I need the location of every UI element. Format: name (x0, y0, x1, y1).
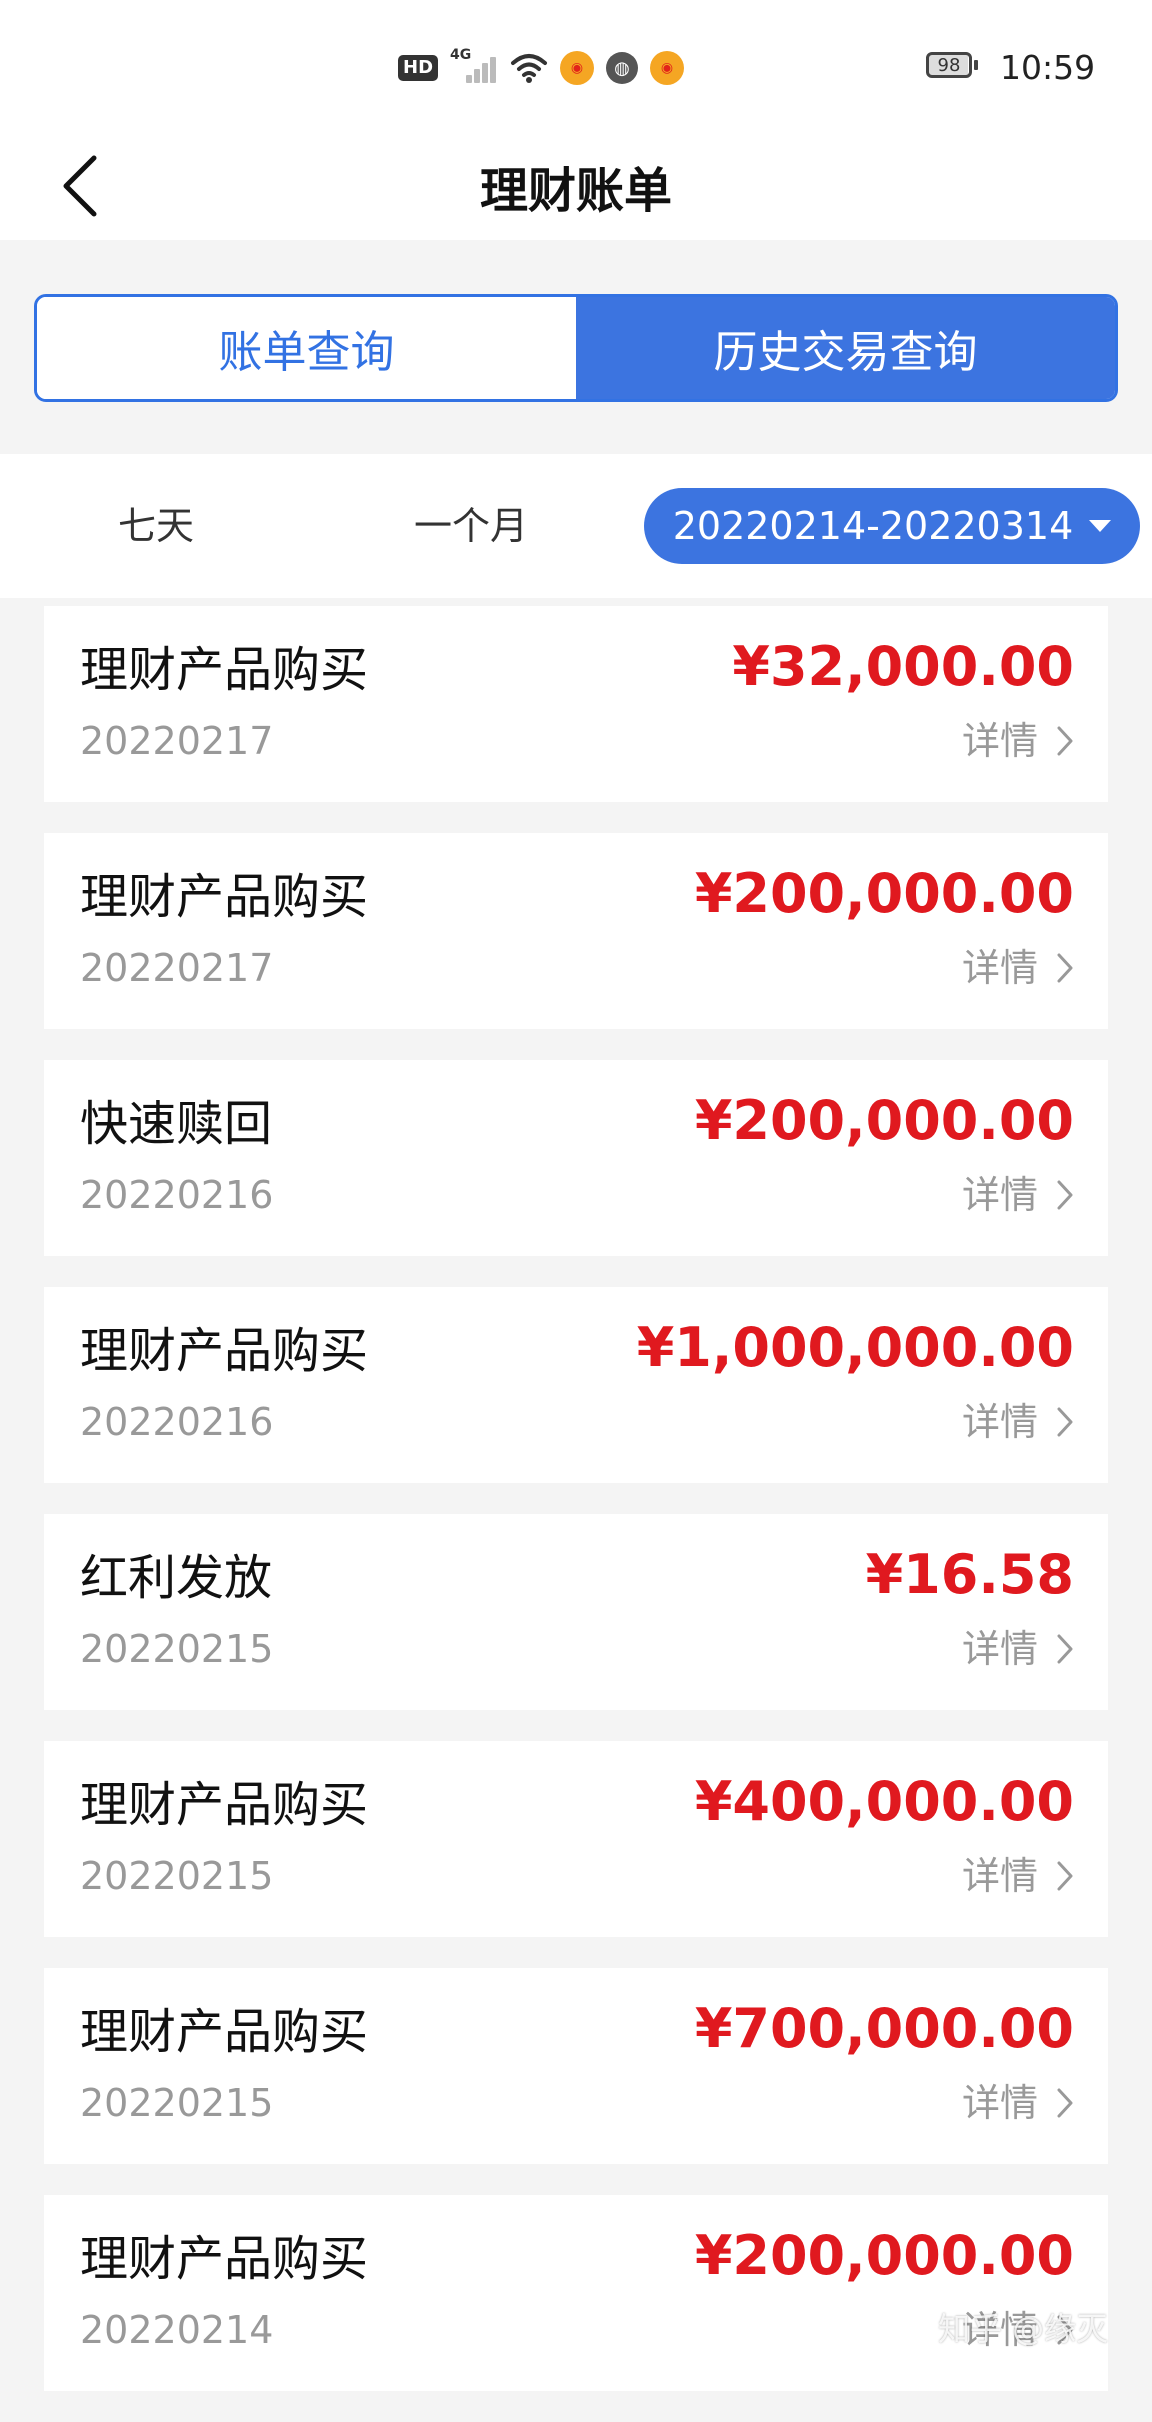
transaction-date: 20220216 (80, 1400, 274, 1444)
segmented-tabs: 账单查询 历史交易查询 (34, 294, 1118, 402)
transaction-amount: ¥16.58 (865, 1543, 1074, 1606)
chevron-right-icon (1057, 1180, 1073, 1210)
caret-down-icon (1089, 520, 1112, 532)
detail-label: 详情 (961, 1854, 1038, 1898)
tab-bill-query[interactable]: 账单查询 (37, 297, 576, 399)
transaction-title: 快速赎回 (80, 1096, 273, 1152)
status-icons: HD 4G ◉ ◍ ◉ (398, 47, 685, 88)
transaction-amount: ¥200,000.00 (694, 862, 1074, 925)
transaction-amount: ¥200,000.00 (694, 1089, 1074, 1152)
detail-link[interactable]: 详情 (962, 718, 1074, 764)
transaction-title: 理财产品购买 (80, 642, 369, 698)
chevron-right-icon (1057, 1634, 1073, 1664)
detail-link[interactable]: 详情 (962, 2080, 1074, 2126)
browser-icon: ◍ (606, 52, 639, 84)
transaction-date: 20220216 (80, 1173, 274, 1217)
status-bar: HD 4G ◉ ◍ ◉ 98 10:59 (0, 0, 1152, 132)
weibo-icon: ◉ (560, 51, 595, 85)
signal-icon: 4G (450, 47, 498, 85)
filter-one-month[interactable]: 一个月 (414, 502, 528, 550)
chevron-right-icon (1057, 1407, 1073, 1437)
detail-link[interactable]: 详情 (962, 945, 1074, 991)
detail-link[interactable]: 详情 (962, 1172, 1074, 1218)
tab-history-query[interactable]: 历史交易查询 (576, 297, 1115, 399)
date-range-label: 20220214-20220314 (672, 504, 1074, 548)
detail-link[interactable]: 详情 (962, 1399, 1074, 1445)
detail-label: 详情 (961, 719, 1038, 763)
battery-level: 98 (926, 52, 972, 78)
transaction-amount: ¥200,000.00 (694, 2224, 1074, 2287)
detail-label: 详情 (961, 2081, 1038, 2125)
wifi-icon (511, 54, 548, 83)
transaction-date: 20220215 (80, 1627, 274, 1671)
detail-label: 详情 (961, 1400, 1038, 1444)
detail-link[interactable]: 详情 (962, 1853, 1074, 1899)
transaction-card[interactable]: 理财产品购买 20220215 ¥700,000.00 详情 (44, 1968, 1108, 2164)
weibo-icon-2: ◉ (650, 51, 685, 85)
chevron-right-icon (1057, 726, 1073, 756)
transaction-amount: ¥400,000.00 (694, 1770, 1074, 1833)
chevron-right-icon (1057, 2088, 1073, 2118)
transaction-title: 红利发放 (80, 1550, 273, 1606)
clock: 10:59 (1000, 48, 1096, 87)
transaction-title: 理财产品购买 (80, 1323, 369, 1379)
transaction-card[interactable]: 理财产品购买 20220217 ¥32,000.00 详情 (44, 606, 1108, 802)
filter-bar: 七天 一个月 20220214-20220314 (0, 454, 1152, 598)
transaction-card[interactable]: 红利发放 20220215 ¥16.58 详情 (44, 1514, 1108, 1710)
transaction-title: 理财产品购买 (80, 869, 369, 925)
nav-bar: 理财账单 (0, 132, 1152, 240)
detail-link[interactable]: 详情 (962, 1626, 1074, 1672)
transaction-card[interactable]: 理财产品购买 20220217 ¥200,000.00 详情 (44, 833, 1108, 1029)
transaction-list: 理财产品购买 20220217 ¥32,000.00 详情 理财产品购买 202… (44, 606, 1108, 2422)
watermark: 知乎 @缘灭 (938, 2310, 1109, 2348)
transaction-title: 理财产品购买 (80, 2231, 369, 2287)
date-range-selector[interactable]: 20220214-20220314 (644, 488, 1140, 564)
detail-label: 详情 (961, 946, 1038, 990)
battery-icon: 98 (926, 52, 978, 78)
transaction-title: 理财产品购买 (80, 1777, 369, 1833)
transaction-date: 20220217 (80, 946, 274, 990)
filter-seven-days[interactable]: 七天 (118, 502, 194, 550)
transaction-date: 20220215 (80, 1854, 274, 1898)
transaction-date: 20220215 (80, 2081, 274, 2125)
transaction-card[interactable]: 快速赎回 20220216 ¥200,000.00 详情 (44, 1060, 1108, 1256)
transaction-amount: ¥700,000.00 (694, 1997, 1074, 2060)
detail-label: 详情 (961, 1627, 1038, 1671)
transaction-date: 20220214 (80, 2308, 274, 2352)
hd-icon: HD (398, 55, 439, 81)
chevron-right-icon (1057, 1861, 1073, 1891)
page-title: 理财账单 (479, 163, 672, 219)
transaction-card[interactable]: 理财产品购买 20220216 ¥1,000,000.00 详情 (44, 1287, 1108, 1483)
network-type-label: 4G (450, 47, 472, 63)
transaction-amount: ¥1,000,000.00 (636, 1316, 1074, 1379)
chevron-right-icon (1057, 953, 1073, 983)
detail-label: 详情 (961, 1173, 1038, 1217)
transaction-amount: ¥32,000.00 (732, 635, 1074, 698)
transaction-date: 20220217 (80, 719, 274, 763)
transaction-title: 理财产品购买 (80, 2004, 369, 2060)
transaction-card[interactable]: 理财产品购买 20220215 ¥400,000.00 详情 (44, 1741, 1108, 1937)
transaction-card[interactable]: 理财产品购买 20220214 ¥200,000.00 详情 (44, 2195, 1108, 2391)
